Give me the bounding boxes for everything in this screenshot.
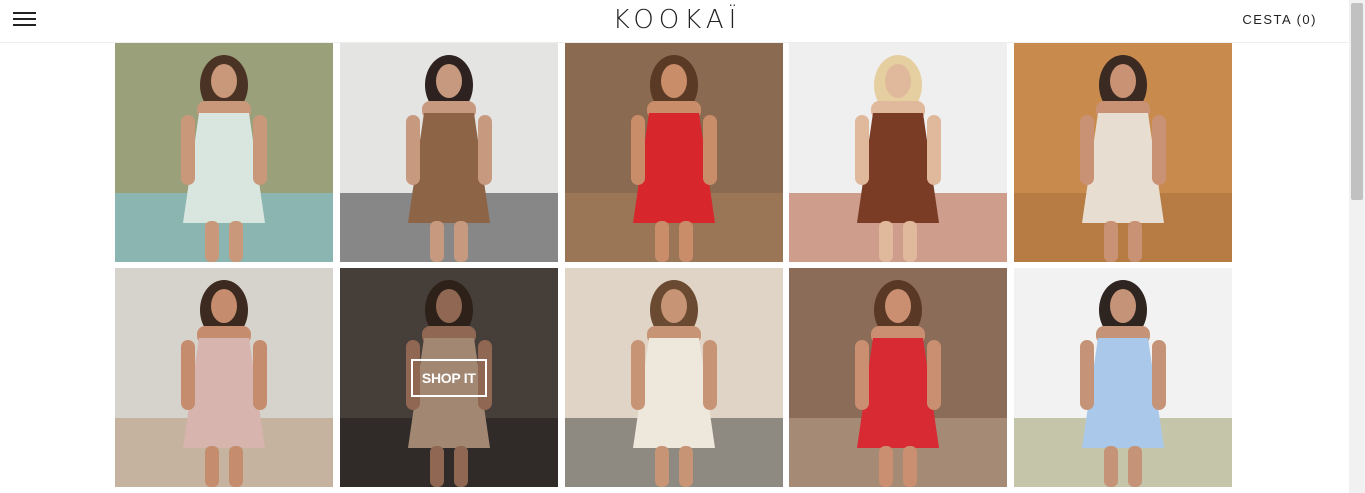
model-leg bbox=[229, 446, 243, 487]
product-photo bbox=[789, 43, 1008, 262]
product-photo bbox=[564, 43, 783, 262]
model-arm bbox=[477, 115, 492, 185]
model-leg bbox=[654, 221, 669, 262]
menu-line bbox=[13, 24, 36, 26]
model-arm bbox=[927, 340, 942, 410]
product-photo bbox=[789, 268, 1008, 487]
page-scrollbar[interactable] bbox=[1349, 0, 1365, 493]
model-face bbox=[885, 64, 912, 98]
model-arm bbox=[1152, 115, 1166, 185]
model-face bbox=[660, 64, 687, 98]
scrollbar-thumb[interactable] bbox=[1351, 3, 1363, 200]
product-tile-pink-midi-skirt[interactable] bbox=[115, 268, 333, 487]
product-photo bbox=[339, 43, 558, 262]
hamburger-menu-icon[interactable] bbox=[13, 11, 36, 28]
model-face bbox=[211, 289, 237, 323]
model-face bbox=[435, 64, 462, 98]
model-face bbox=[885, 289, 912, 323]
model-leg bbox=[879, 221, 894, 262]
product-tile-blue-shirt-dress[interactable] bbox=[1014, 268, 1232, 487]
model-arm bbox=[927, 115, 942, 185]
model-arm bbox=[181, 340, 195, 410]
model-leg bbox=[429, 221, 444, 262]
model-leg bbox=[1104, 446, 1118, 487]
model-leg bbox=[879, 446, 894, 487]
logo-container: KOOKAÏ bbox=[0, 3, 1349, 37]
product-tile-floral-mini-dress[interactable] bbox=[115, 43, 333, 262]
model-arm bbox=[855, 340, 870, 410]
product-tile-cream-blazer[interactable] bbox=[1014, 43, 1232, 262]
menu-line bbox=[13, 18, 36, 20]
menu-line bbox=[13, 12, 36, 14]
model-leg bbox=[205, 221, 219, 262]
model-leg bbox=[1128, 221, 1142, 262]
model-leg bbox=[1128, 446, 1142, 487]
model-arm bbox=[181, 115, 195, 185]
model-arm bbox=[702, 340, 717, 410]
tile-hover-overlay: SHOP IT bbox=[339, 268, 558, 487]
model-arm bbox=[1152, 340, 1166, 410]
product-tile-beige-pinafore-dress[interactable]: SHOP IT bbox=[339, 268, 558, 487]
model-leg bbox=[205, 446, 219, 487]
product-tile-white-shorts-set[interactable] bbox=[564, 268, 783, 487]
shop-it-button[interactable]: SHOP IT bbox=[410, 358, 487, 397]
model-arm bbox=[1080, 340, 1094, 410]
product-photo bbox=[115, 43, 333, 262]
model-face bbox=[660, 289, 687, 323]
product-photo bbox=[115, 268, 333, 487]
model-leg bbox=[453, 221, 468, 262]
product-photo bbox=[1014, 268, 1232, 487]
model-arm bbox=[630, 115, 645, 185]
product-gallery: SHOP IT bbox=[115, 43, 1232, 487]
product-tile-red-floral-dress[interactable] bbox=[564, 43, 783, 262]
brand-logo[interactable]: KOOKAÏ bbox=[608, 5, 742, 35]
site-header: KOOKAÏ CESTA (0) bbox=[0, 0, 1349, 43]
model-arm bbox=[405, 115, 420, 185]
model-leg bbox=[903, 221, 918, 262]
model-leg bbox=[903, 446, 918, 487]
product-photo bbox=[564, 268, 783, 487]
product-tile-brown-trousers-outfit[interactable] bbox=[789, 43, 1008, 262]
model-leg bbox=[1104, 221, 1118, 262]
model-face bbox=[1110, 64, 1136, 98]
model-leg bbox=[229, 221, 243, 262]
model-leg bbox=[678, 446, 693, 487]
model-face bbox=[1110, 289, 1136, 323]
model-arm bbox=[630, 340, 645, 410]
product-tile-red-floral-dress-seated[interactable] bbox=[789, 268, 1008, 487]
product-tile-brown-shorts-set[interactable] bbox=[339, 43, 558, 262]
model-arm bbox=[855, 115, 870, 185]
model-face bbox=[211, 64, 237, 98]
model-leg bbox=[678, 221, 693, 262]
cart-link[interactable]: CESTA (0) bbox=[1242, 12, 1317, 27]
model-arm bbox=[1080, 115, 1094, 185]
model-leg bbox=[654, 446, 669, 487]
product-photo bbox=[1014, 43, 1232, 262]
model-arm bbox=[253, 115, 267, 185]
model-arm bbox=[253, 340, 267, 410]
model-arm bbox=[702, 115, 717, 185]
